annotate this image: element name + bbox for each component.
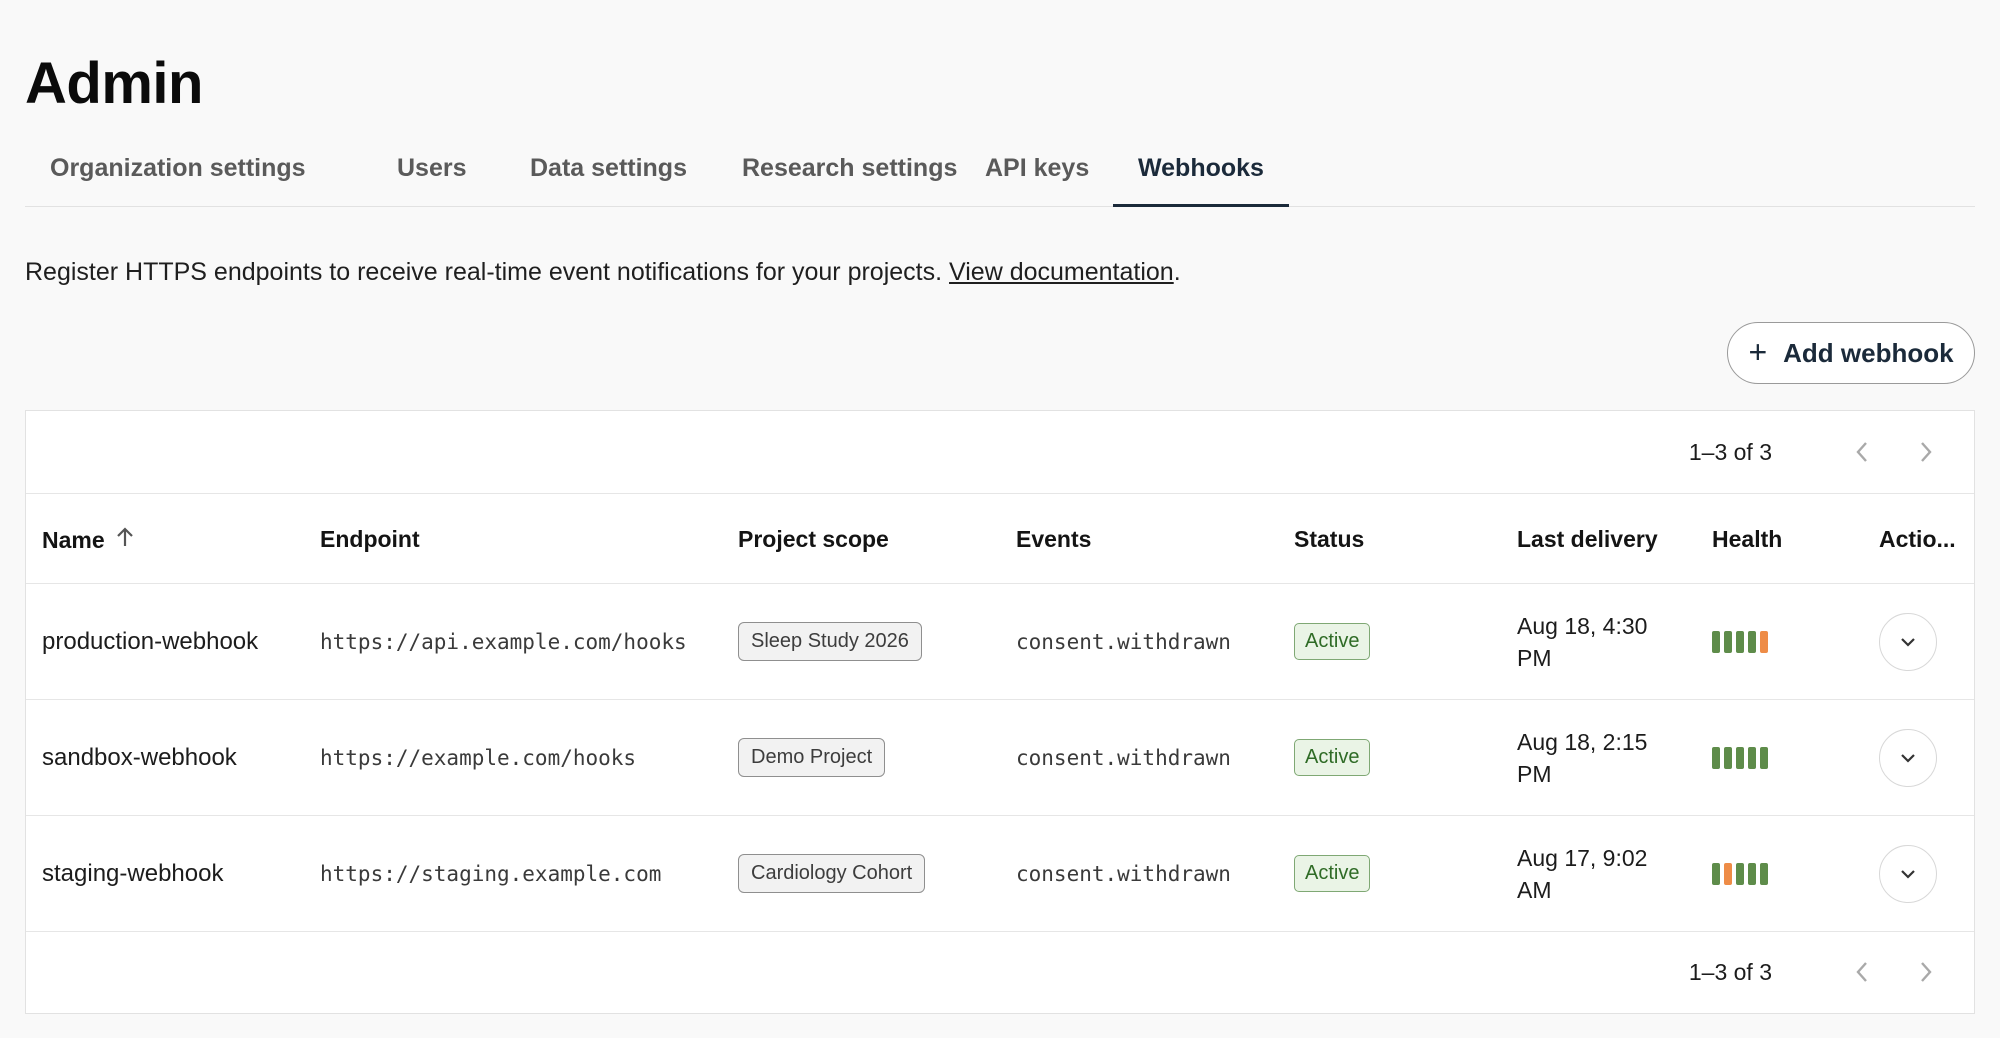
column-header-events: Events — [1016, 526, 1092, 552]
last-delivery-period: PM — [1517, 644, 1552, 671]
column-header-name[interactable]: Name — [42, 526, 135, 554]
health-bar-success — [1712, 862, 1720, 885]
webhook-endpoint: https://api.example.com/hooks — [320, 629, 687, 654]
column-header-project-scope: Project scope — [738, 526, 889, 552]
admin-page: Admin Organization settings Users Data s… — [0, 0, 2000, 1038]
table-row: production-webhook https://api.example.c… — [26, 584, 1974, 699]
view-documentation-link[interactable]: View documentation — [949, 258, 1174, 286]
health-bar-success — [1724, 746, 1732, 769]
table-row: staging-webhook https://staging.example.… — [26, 816, 1974, 931]
tab-users[interactable]: Users — [372, 145, 492, 207]
last-delivery-date: Aug 17, 9:02 — [1517, 844, 1648, 871]
webhook-endpoint: https://example.com/hooks — [320, 745, 637, 770]
chevron-right-icon[interactable] — [1906, 432, 1946, 472]
arrow-up-icon — [115, 526, 135, 554]
webhook-events: consent.withdrawn — [1016, 629, 1231, 654]
pagination-top: 1–3 of 3 — [1654, 411, 1974, 493]
tab-research-settings[interactable]: Research settings — [717, 145, 982, 207]
tab-api-keys[interactable]: API keys — [960, 145, 1114, 207]
chevron-left-icon[interactable] — [1842, 432, 1882, 472]
column-header-status: Status — [1294, 526, 1365, 552]
webhooks-table: 1–3 of 3 Name Endpoint Project scope Eve… — [25, 410, 1975, 1014]
last-delivery: Aug 18, 4:30 PM — [1517, 610, 1667, 674]
health-bar-success — [1748, 630, 1756, 653]
webhook-endpoint: https://staging.example.com — [320, 861, 662, 886]
pagination-range: 1–3 of 3 — [1688, 958, 1772, 985]
status-badge: Active — [1294, 739, 1371, 776]
health-bar-success — [1736, 862, 1744, 885]
health-bar-success — [1760, 746, 1768, 769]
last-delivery: Aug 17, 9:02 AM — [1517, 842, 1667, 906]
plus-icon: + — [1748, 333, 1768, 370]
row-actions-button[interactable] — [1879, 612, 1937, 671]
chevron-down-icon — [1901, 869, 1915, 879]
tab-webhooks[interactable]: Webhooks — [1113, 145, 1289, 207]
health-bar-success — [1748, 746, 1756, 769]
last-delivery-period: AM — [1517, 876, 1552, 903]
chevron-down-icon — [1901, 637, 1915, 647]
health-bar-success — [1712, 630, 1720, 653]
description-suffix: . — [1173, 258, 1181, 286]
health-bars — [1712, 862, 1768, 885]
pagination-range: 1–3 of 3 — [1688, 438, 1772, 465]
health-bar-success — [1736, 746, 1744, 769]
health-bar-warning — [1760, 630, 1768, 653]
add-webhook-label: Add webhook — [1783, 337, 1954, 368]
health-bar-success — [1760, 862, 1768, 885]
chevron-down-icon — [1901, 753, 1915, 763]
tab-data-settings[interactable]: Data settings — [505, 145, 712, 207]
status-badge: Active — [1294, 855, 1371, 892]
webhook-events: consent.withdrawn — [1016, 745, 1231, 770]
page-title: Admin — [25, 51, 203, 116]
last-delivery: Aug 18, 2:15 PM — [1517, 726, 1667, 790]
admin-tabs: Organization settings Users Data setting… — [25, 145, 1975, 207]
column-header-name-label: Name — [42, 526, 105, 553]
health-bar-success — [1724, 630, 1732, 653]
row-actions-button[interactable] — [1879, 728, 1937, 787]
column-header-endpoint: Endpoint — [320, 526, 420, 552]
webhook-name: production-webhook — [42, 627, 259, 655]
chevron-right-icon[interactable] — [1906, 952, 1946, 992]
column-header-actions: Actio... — [1879, 526, 1956, 552]
health-bar-success — [1712, 746, 1720, 769]
divider — [26, 493, 1974, 494]
status-badge: Active — [1294, 623, 1371, 660]
project-scope-chip: Demo Project — [738, 738, 886, 777]
webhook-name: sandbox-webhook — [42, 743, 237, 771]
webhooks-description: Register HTTPS endpoints to receive real… — [25, 258, 1181, 287]
column-header-last-delivery: Last delivery — [1517, 526, 1658, 552]
health-bar-success — [1748, 862, 1756, 885]
pagination-bottom: 1–3 of 3 — [1654, 931, 1974, 1013]
add-webhook-button[interactable]: + Add webhook — [1727, 322, 1975, 384]
chevron-left-icon[interactable] — [1842, 952, 1882, 992]
health-bar-warning — [1724, 862, 1732, 885]
last-delivery-date: Aug 18, 2:15 — [1517, 728, 1648, 755]
table-row: sandbox-webhook https://example.com/hook… — [26, 700, 1974, 815]
health-bars — [1712, 746, 1768, 769]
tab-organization-settings[interactable]: Organization settings — [25, 145, 331, 207]
last-delivery-period: PM — [1517, 760, 1552, 787]
webhook-name: staging-webhook — [42, 859, 224, 887]
description-text: Register HTTPS endpoints to receive real… — [25, 258, 943, 286]
project-scope-chip: Sleep Study 2026 — [738, 622, 922, 661]
row-actions-button[interactable] — [1879, 844, 1937, 903]
project-scope-chip: Cardiology Cohort — [738, 854, 926, 893]
last-delivery-date: Aug 18, 4:30 — [1517, 612, 1648, 639]
health-bars — [1712, 630, 1768, 653]
webhook-events: consent.withdrawn — [1016, 861, 1231, 886]
column-header-health: Health — [1712, 526, 1783, 552]
health-bar-success — [1736, 630, 1744, 653]
